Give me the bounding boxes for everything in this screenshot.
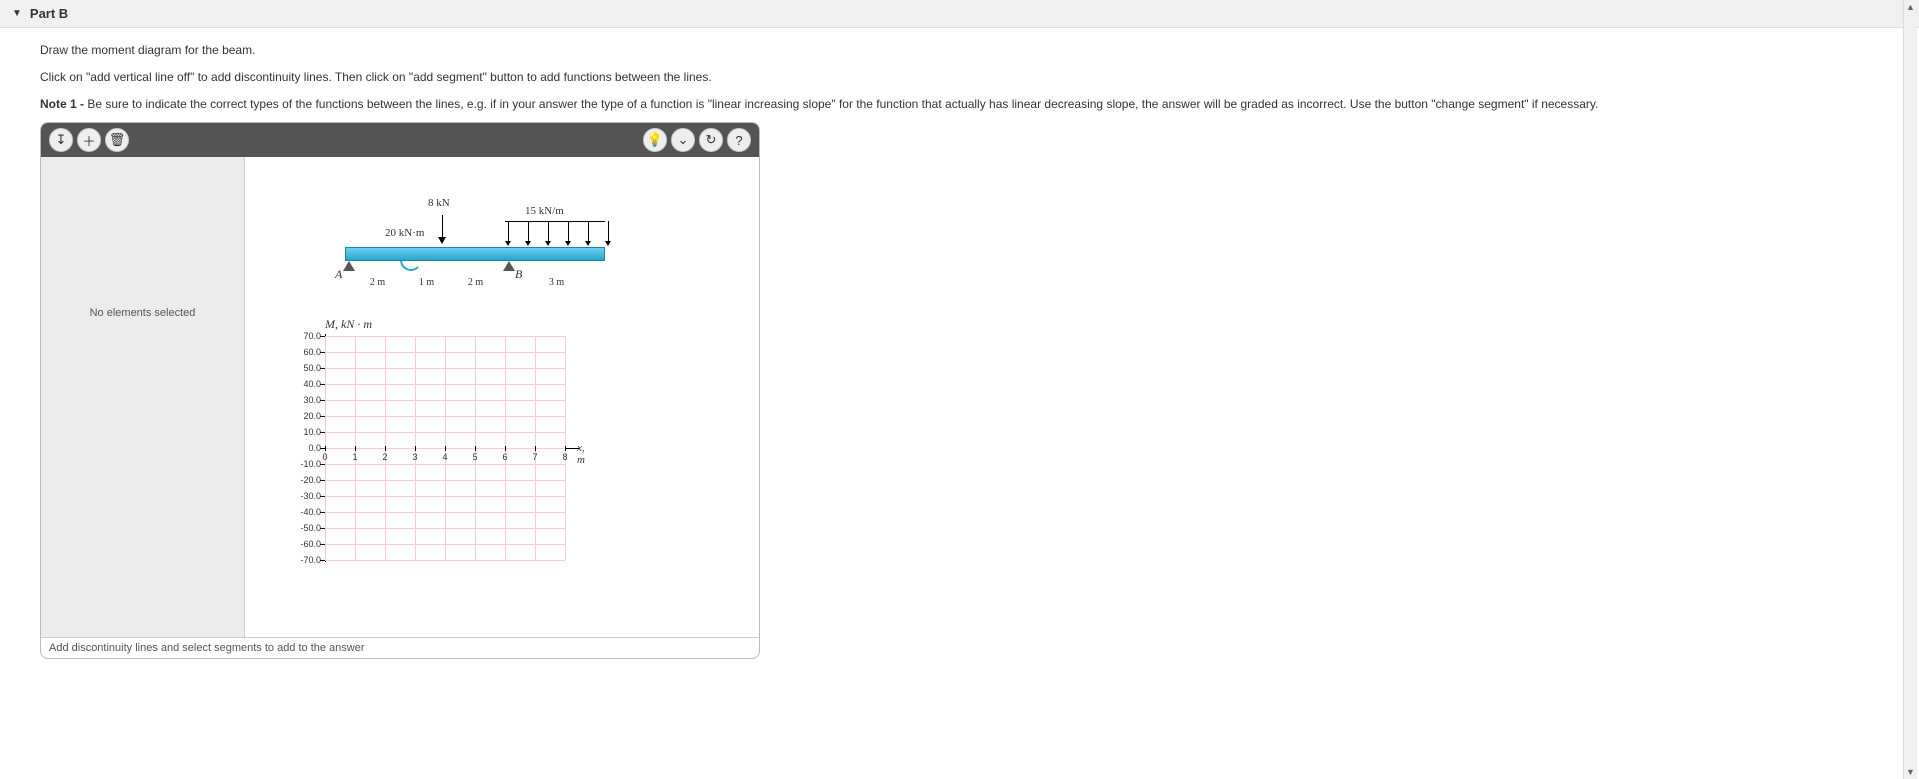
chart-xtick xyxy=(385,446,386,451)
chart-xtick xyxy=(325,446,326,451)
chart-y-axis-title: M, kN · m xyxy=(325,317,739,332)
chart-ytick-label: -20.0 xyxy=(291,475,321,485)
delete-button[interactable]: 🗑 xyxy=(105,128,129,152)
chart-x-axis-title: x, m xyxy=(577,442,585,466)
beam-rect xyxy=(345,247,605,261)
chart-ytick-label: 30.0 xyxy=(291,395,321,405)
pin-support-icon xyxy=(343,261,355,271)
chart-xtick xyxy=(355,446,356,451)
chart-ytick-label: -30.0 xyxy=(291,491,321,501)
chart-ytick-label: -10.0 xyxy=(291,459,321,469)
chart-ytick-label: -50.0 xyxy=(291,523,321,533)
reset-button[interactable]: ↻ xyxy=(699,128,723,152)
chart-xtick-label: 0 xyxy=(322,452,327,462)
toolbar-right-group: 💡 ⌄ ↻ ? xyxy=(643,128,751,152)
chart-grid[interactable]: x, m 70.060.050.040.030.020.010.00.0-10.… xyxy=(325,336,565,560)
chart-ytick-label: 20.0 xyxy=(291,411,321,421)
beam-diagram: 8 kN 20 kN·m 15 kN/m xyxy=(325,187,739,297)
instruction-note: Note 1 - Be sure to indicate the correct… xyxy=(40,96,1879,113)
distributed-load-icon xyxy=(505,221,605,247)
chart-xtick-label: 1 xyxy=(352,452,357,462)
chart-ytick-label: 70.0 xyxy=(291,331,321,341)
dim-3: 2 m xyxy=(466,277,485,288)
widget-body: No elements selected 8 kN 20 kN·m 15 kN/… xyxy=(41,157,759,637)
chart-xtick xyxy=(445,446,446,451)
chart-xtick xyxy=(535,446,536,451)
chart-ytick-label: 10.0 xyxy=(291,427,321,437)
scroll-up-icon[interactable]: ▲ xyxy=(1906,0,1915,14)
chart-xtick-label: 2 xyxy=(382,452,387,462)
chart-ytick-label: 40.0 xyxy=(291,379,321,389)
chart-xtick xyxy=(565,446,566,451)
dim-1: 2 m xyxy=(368,277,387,288)
chart-ytick-label: 60.0 xyxy=(291,347,321,357)
chart-xtick-label: 7 xyxy=(532,452,537,462)
note-body: Be sure to indicate the correct types of… xyxy=(87,97,1598,111)
dim-4: 3 m xyxy=(547,277,566,288)
point-load-label: 8 kN xyxy=(428,197,450,209)
chart-xtick-label: 4 xyxy=(442,452,447,462)
chart-xtick-label: 6 xyxy=(502,452,507,462)
support-a-label: A xyxy=(335,267,342,282)
chart-ytick-label: 0.0 xyxy=(291,443,321,453)
widget-footer-hint: Add discontinuity lines and select segme… xyxy=(41,637,759,658)
content-area: Draw the moment diagram for the beam. Cl… xyxy=(0,28,1919,673)
point-load-arrow-icon xyxy=(438,215,446,244)
applied-moment-label: 20 kN·m xyxy=(385,227,424,239)
widget-toolbar: ↧ ＋ 🗑 💡 ⌄ ↻ ? xyxy=(41,123,759,157)
note-prefix: Note 1 - xyxy=(40,97,87,111)
chart-hgridline xyxy=(325,560,565,561)
help-button[interactable]: ? xyxy=(727,128,751,152)
scroll-down-icon[interactable]: ▼ xyxy=(1906,765,1915,779)
selection-empty-text: No elements selected xyxy=(90,307,196,319)
chart-xtick xyxy=(475,446,476,451)
dimension-row: 2 m 1 m 2 m 3 m xyxy=(345,277,605,288)
page-scrollbar[interactable]: ▲ ▼ xyxy=(1903,0,1917,779)
chart-xtick-label: 5 xyxy=(472,452,477,462)
selection-panel: No elements selected xyxy=(41,157,245,637)
part-title: Part B xyxy=(30,6,68,21)
instruction-line-2: Click on "add vertical line off" to add … xyxy=(40,69,1879,86)
chart-xtick-label: 3 xyxy=(412,452,417,462)
canvas-panel[interactable]: 8 kN 20 kN·m 15 kN/m xyxy=(245,157,759,637)
add-vertical-line-button[interactable]: ↧ xyxy=(49,128,73,152)
distributed-load-label: 15 kN/m xyxy=(525,205,564,217)
add-segment-button[interactable]: ＋ xyxy=(77,128,101,152)
collapse-arrow-icon: ▼ xyxy=(12,8,22,19)
chart-ytick-label: -70.0 xyxy=(291,555,321,565)
drawing-widget: ↧ ＋ 🗑 💡 ⌄ ↻ ? No elements selected 8 kN … xyxy=(40,122,760,659)
toolbar-left-group: ↧ ＋ 🗑 xyxy=(49,128,129,152)
more-button[interactable]: ⌄ xyxy=(671,128,695,152)
chart-xtick-label: 8 xyxy=(562,452,567,462)
part-header[interactable]: ▼ Part B xyxy=(0,0,1919,28)
chart-ytick-label: -60.0 xyxy=(291,539,321,549)
moment-chart[interactable]: M, kN · m x, m 70.060.050.040.030.020.01… xyxy=(325,317,739,560)
beam-box: 8 kN 20 kN·m 15 kN/m xyxy=(325,187,739,297)
dim-2: 1 m xyxy=(417,277,436,288)
chart-xtick xyxy=(415,446,416,451)
roller-support-icon xyxy=(503,261,515,271)
chart-ytick-label: -40.0 xyxy=(291,507,321,517)
instruction-line-1: Draw the moment diagram for the beam. xyxy=(40,42,1879,59)
instructions: Draw the moment diagram for the beam. Cl… xyxy=(40,42,1879,112)
chart-ytick-label: 50.0 xyxy=(291,363,321,373)
chart-xtick xyxy=(505,446,506,451)
hint-button[interactable]: 💡 xyxy=(643,128,667,152)
